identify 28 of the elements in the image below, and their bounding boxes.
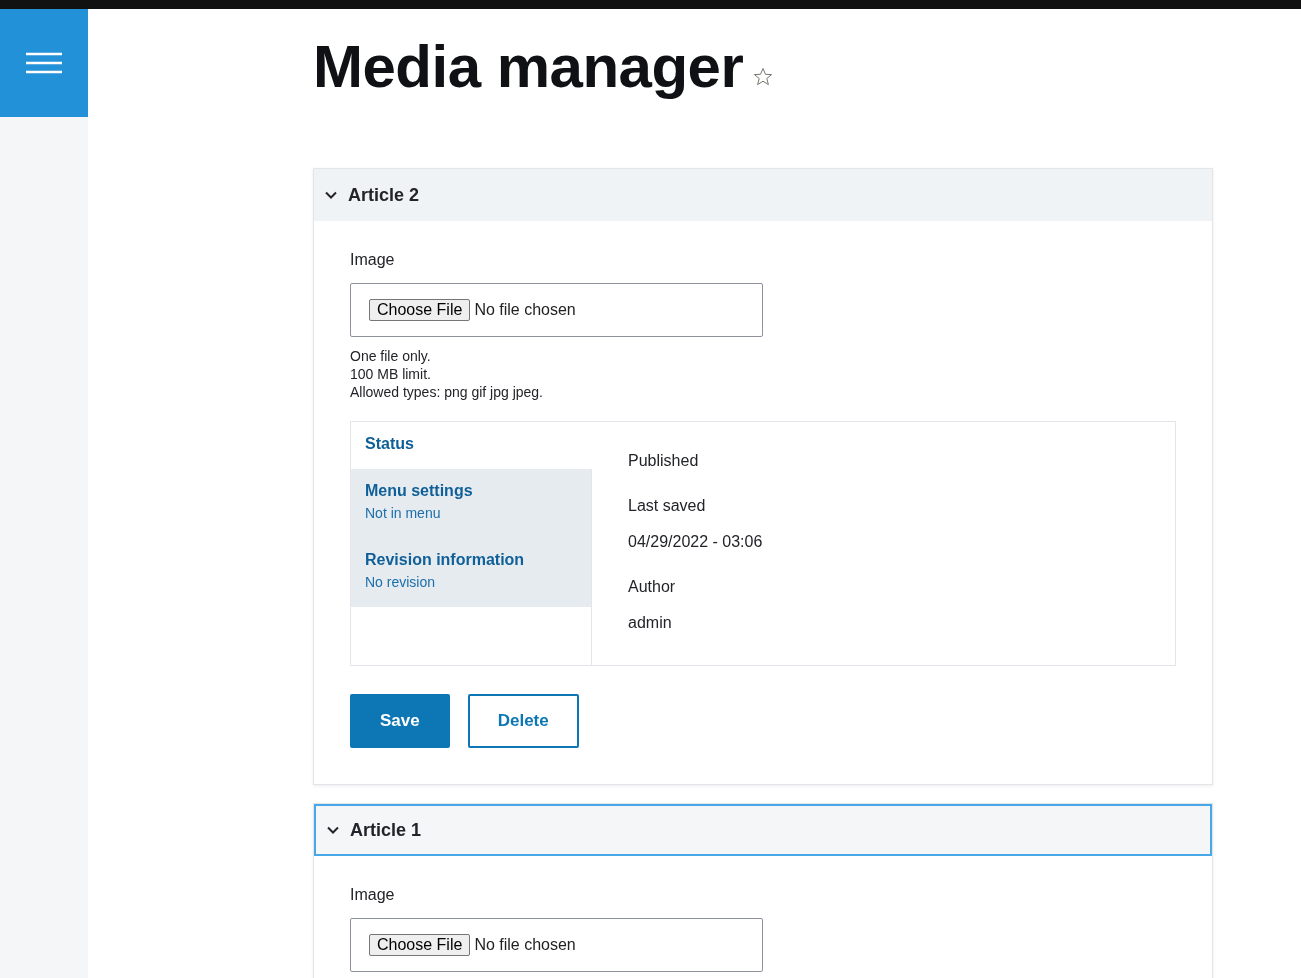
help-text: Allowed types: png gif jpg jpeg. bbox=[350, 383, 544, 401]
field-label: Published bbox=[628, 452, 700, 470]
file-status: No file chosen bbox=[474, 301, 576, 319]
panel-header[interactable]: Article 2 bbox=[314, 169, 1212, 221]
delete-button[interactable]: Delete bbox=[467, 694, 579, 748]
vertical-tab[interactable]: Revision information No revision bbox=[351, 538, 591, 607]
save-button[interactable]: Save bbox=[350, 694, 450, 748]
menu-icon bbox=[26, 52, 62, 74]
choose-file-button[interactable]: Choose File bbox=[369, 934, 471, 956]
choose-file-button[interactable]: Choose File bbox=[369, 299, 471, 321]
menu-button[interactable] bbox=[0, 9, 88, 117]
file-status: No file chosen bbox=[474, 936, 576, 954]
panel-title: Article 2 bbox=[348, 184, 420, 206]
help-text: One file only. bbox=[350, 347, 432, 365]
star-icon[interactable] bbox=[753, 67, 774, 87]
field-value: admin bbox=[628, 614, 673, 632]
field-label: Last saved bbox=[628, 497, 707, 515]
field-label: Image bbox=[350, 251, 396, 269]
file-input[interactable]: Choose File No file chosen bbox=[350, 283, 763, 337]
field-value: 04/29/2022 - 03:06 bbox=[628, 533, 764, 551]
vertical-tab[interactable]: Menu settings Not in menu bbox=[351, 469, 591, 538]
field-label: Image bbox=[350, 886, 396, 904]
help-text: 100 MB limit. bbox=[350, 365, 432, 383]
file-input[interactable]: Choose File No file chosen bbox=[350, 918, 763, 972]
field-label: Author bbox=[628, 578, 677, 596]
panel-title: Article 1 bbox=[350, 819, 422, 841]
page-title: Media manager bbox=[313, 32, 744, 102]
panel-header[interactable]: Article 1 bbox=[314, 804, 1212, 856]
